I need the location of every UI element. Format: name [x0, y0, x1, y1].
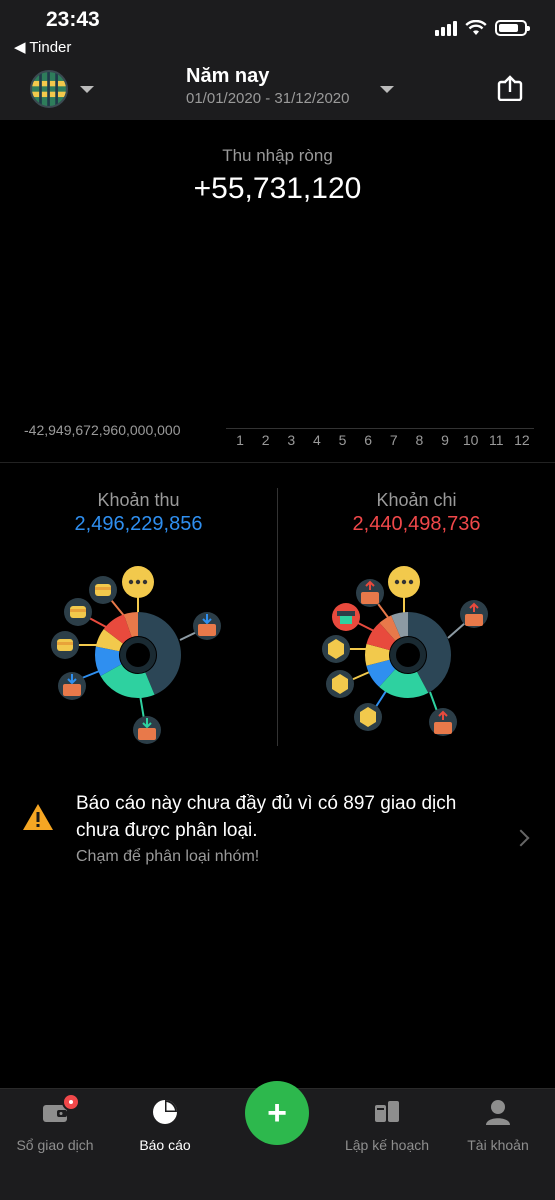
- x-tick-label: 6: [364, 432, 373, 448]
- warning-subtext: Chạm để phân loại nhóm!: [76, 848, 260, 865]
- notification-badge: [62, 1093, 80, 1111]
- x-tick-label: 11: [488, 432, 504, 448]
- back-to-app-link[interactable]: ◀ Tinder: [14, 38, 71, 56]
- x-tick-label: 9: [441, 432, 449, 448]
- period-range: 01/01/2020 - 31/12/2020: [186, 90, 350, 107]
- atm-category-icon: [332, 603, 360, 631]
- coins-category-icon: [51, 631, 79, 659]
- report-header: Năm nay 01/01/2020 - 31/12/2020: [0, 60, 555, 120]
- x-tick-label: 3: [287, 432, 296, 448]
- wallet-in-category-icon: [193, 612, 221, 640]
- x-axis-ticks: 1 2 3 4 5 6 7 8 9 10 11 12: [228, 432, 534, 448]
- net-income-value: +55,731,120: [193, 172, 362, 205]
- tab-label: Báo cáo: [139, 1137, 191, 1153]
- wallet-selector[interactable]: [30, 69, 100, 109]
- x-tick-label: 7: [389, 432, 398, 448]
- wallet-in-category-icon: [133, 716, 161, 744]
- expense-value: 2,440,498,736: [352, 513, 481, 535]
- more-category-icon: [122, 566, 154, 598]
- tab-report[interactable]: Báo cáo: [110, 1097, 220, 1153]
- expense-donut-chart[interactable]: [278, 560, 555, 750]
- battery-icon: [495, 20, 530, 36]
- uncategorized-warning[interactable]: Báo cáo này chưa đầy đủ vì có 897 giao d…: [0, 788, 555, 878]
- x-tick-label: 10: [462, 432, 479, 448]
- income-title: Khoản thu: [97, 490, 180, 510]
- coins-category-icon: [89, 576, 117, 604]
- add-transaction-button[interactable]: +: [245, 1081, 309, 1145]
- tab-account[interactable]: Tài khoản: [443, 1097, 553, 1153]
- x-tick-label: 1: [236, 432, 244, 448]
- more-category-icon: [388, 566, 420, 598]
- signal-icon: [435, 20, 457, 36]
- chevron-down-icon: [80, 85, 94, 93]
- pie-chart-icon: [150, 1097, 180, 1127]
- x-tick-label: 4: [312, 432, 321, 448]
- warning-text: Báo cáo này chưa đầy đủ vì có 897 giao d…: [76, 793, 457, 841]
- planning-icon: [372, 1097, 402, 1127]
- wallet-in-category-icon: [58, 672, 86, 700]
- tab-planning[interactable]: Lập kế hoạch: [332, 1097, 442, 1153]
- income-value: 2,496,229,856: [74, 513, 203, 535]
- income-donut-chart[interactable]: [0, 560, 277, 750]
- chevron-right-icon: [512, 829, 530, 847]
- net-income-label: Thu nhập ròng: [222, 146, 333, 165]
- section-divider: [0, 462, 555, 463]
- wallet-out-category-icon: [356, 579, 384, 607]
- y-axis-min-label: -42,949,672,960,000,000: [24, 422, 181, 438]
- period-selector[interactable]: Năm nay 01/01/2020 - 31/12/2020: [186, 65, 349, 107]
- wallet-icon: [40, 1093, 80, 1127]
- user-icon: [483, 1097, 513, 1127]
- expense-title: Khoản chi: [376, 490, 457, 510]
- plus-icon: +: [267, 1094, 287, 1132]
- x-axis-line: [226, 428, 534, 429]
- wallet-out-category-icon: [429, 708, 457, 736]
- warning-icon: [23, 804, 53, 830]
- coins-category-icon: [64, 598, 92, 626]
- globe-icon: [30, 70, 68, 108]
- x-tick-label: 2: [261, 432, 270, 448]
- coins-category-icon: [322, 635, 350, 663]
- x-tick-label: 12: [514, 432, 530, 448]
- wallet-out-category-icon: [460, 600, 488, 628]
- coins-category-icon: [326, 670, 354, 698]
- tab-transactions[interactable]: Sổ giao dịch: [0, 1093, 110, 1153]
- tab-label: Lập kế hoạch: [344, 1137, 430, 1153]
- period-chevron-down-icon[interactable]: [380, 86, 394, 93]
- tab-label: Tài khoản: [467, 1137, 529, 1153]
- status-time: 23:43: [46, 8, 100, 31]
- status-icons: [435, 20, 530, 36]
- tab-label: Sổ giao dịch: [16, 1137, 94, 1153]
- status-bar: 23:43 ◀ Tinder: [0, 0, 555, 60]
- period-title: Năm nay: [186, 65, 270, 87]
- x-tick-label: 5: [338, 432, 347, 448]
- share-icon[interactable]: [497, 75, 523, 101]
- x-tick-label: 8: [415, 432, 424, 448]
- wifi-icon: [465, 20, 487, 35]
- coins-category-icon: [354, 703, 382, 731]
